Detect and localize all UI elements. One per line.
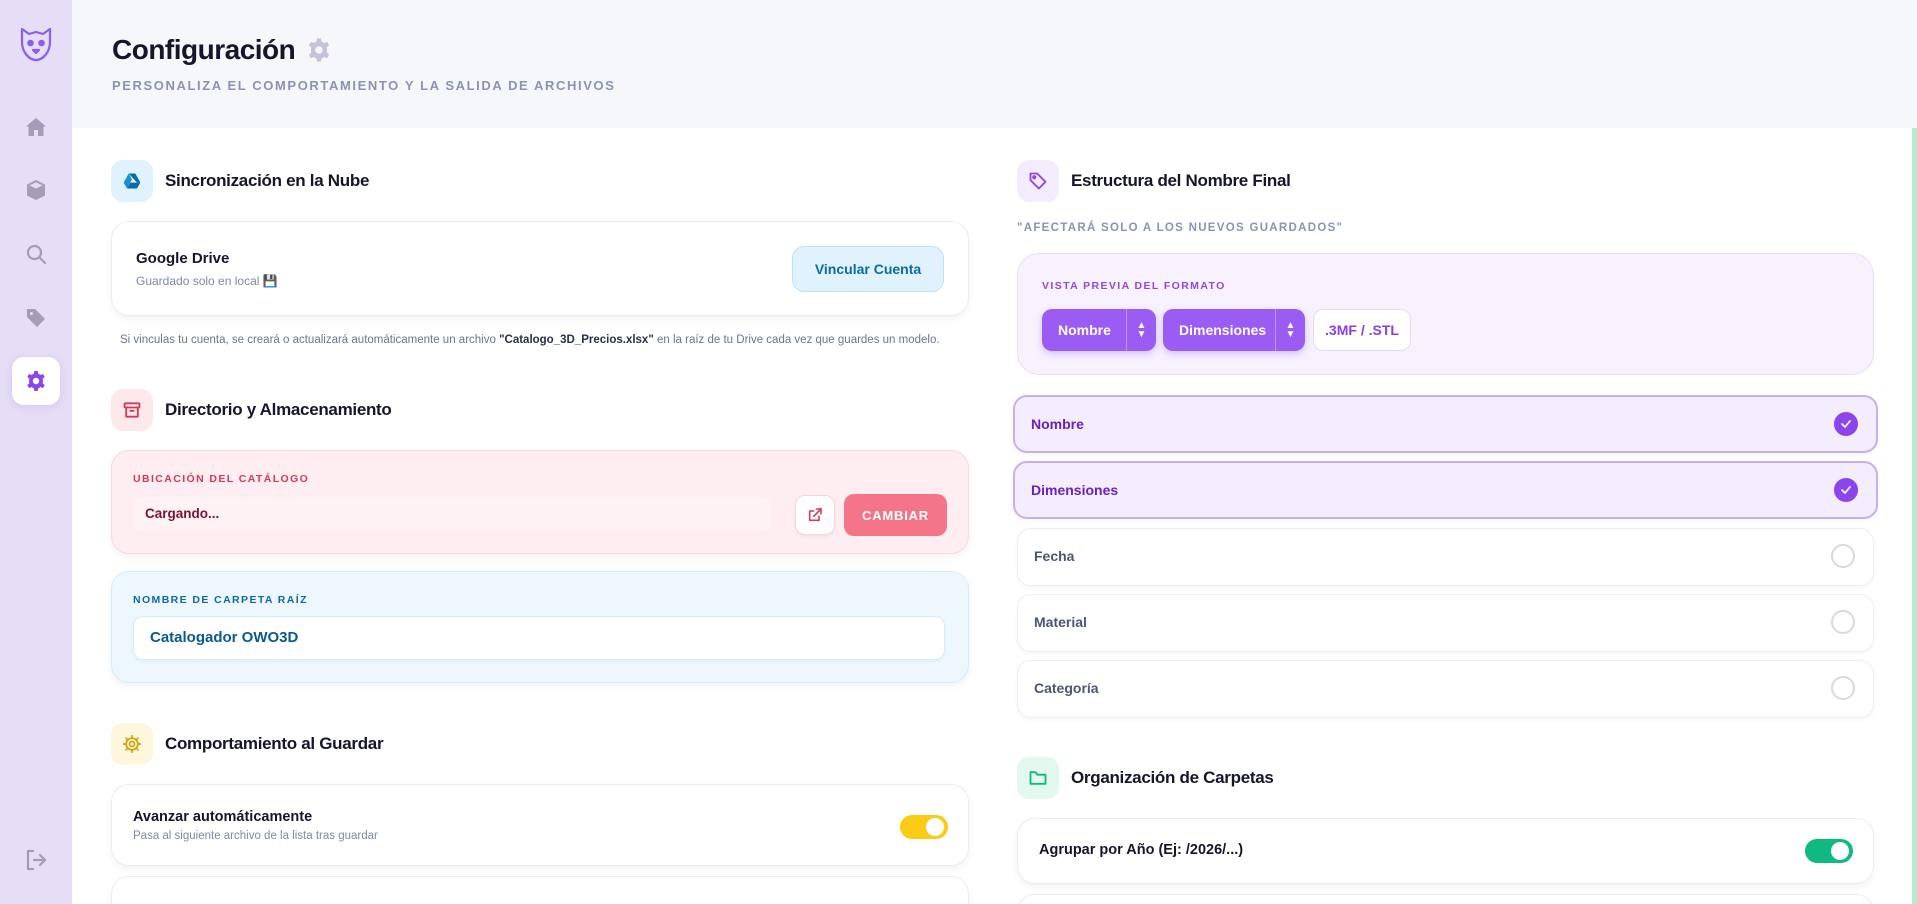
auto-advance-subtitle: Pasa al siguiente archivo de la lista tr… bbox=[133, 830, 378, 842]
home-icon bbox=[26, 118, 46, 136]
page-header: Configuración PERSONALIZA EL COMPORTAMIE… bbox=[72, 0, 1917, 128]
external-link-icon bbox=[808, 508, 822, 522]
check-icon bbox=[1841, 420, 1851, 428]
drive-note-text: Si vinculas tu cuenta, se creará o actua… bbox=[120, 334, 500, 346]
scrollbar[interactable] bbox=[1912, 128, 1917, 904]
root-folder-input[interactable]: Catalogador OWO3D bbox=[133, 616, 945, 660]
auto-advance-title: Avanzar automáticamente bbox=[133, 809, 313, 825]
option-checkbox[interactable] bbox=[1834, 478, 1858, 502]
root-folder-card: NOMBRE DE CARPETA RAÍZ Catalogador OWO3D bbox=[111, 571, 969, 683]
group-by-year-title: Agrupar por Año (Ej: /2026/...) bbox=[1039, 842, 1244, 858]
option-label: Dimensiones bbox=[1031, 482, 1119, 498]
section-icon-wrap bbox=[111, 723, 153, 765]
nav-settings[interactable] bbox=[12, 357, 60, 405]
nav-home[interactable] bbox=[12, 103, 60, 151]
name-option-dimensiones[interactable]: Dimensiones bbox=[1013, 461, 1878, 519]
name-option-nombre[interactable]: Nombre bbox=[1013, 395, 1878, 453]
logout-icon bbox=[26, 849, 47, 871]
folder-icon bbox=[1029, 771, 1047, 785]
option-label: Nombre bbox=[1031, 416, 1084, 432]
sidebar bbox=[0, 0, 72, 904]
drive-icon bbox=[123, 173, 141, 189]
section-title: Comportamiento al Guardar bbox=[165, 734, 384, 753]
drive-status: Guardado solo en local 💾 bbox=[136, 274, 278, 288]
catalog-location-card: UBICACIÓN DEL CATÁLOGO Cargando... CAMBI… bbox=[111, 450, 969, 554]
section-icon-wrap bbox=[111, 160, 153, 202]
group-by-year-toggle[interactable] bbox=[1805, 839, 1853, 863]
nav-models[interactable] bbox=[12, 166, 60, 214]
name-structure-hint: "AFECTARÁ SOLO A LOS NUEVOS GUARDADOS" bbox=[1017, 222, 1344, 234]
section-title: Estructura del Nombre Final bbox=[1071, 171, 1291, 190]
tag-icon bbox=[27, 309, 45, 327]
archive-icon bbox=[123, 402, 141, 418]
google-drive-card: Google Drive Guardado solo en local 💾 Vi… bbox=[111, 221, 969, 316]
drive-note-file: "Catalogo_3D_Precios.xlsx" bbox=[499, 334, 654, 346]
catalog-location-field: Cargando... bbox=[133, 497, 771, 531]
link-account-button[interactable]: Vincular Cuenta bbox=[792, 246, 944, 292]
name-option-fecha[interactable]: Fecha bbox=[1017, 528, 1874, 586]
drag-sort-icon[interactable]: ▲ ▼ bbox=[1126, 309, 1156, 351]
page-subtitle: PERSONALIZA EL COMPORTAMIENTO Y LA SALID… bbox=[112, 78, 616, 93]
section-title: Directorio y Almacenamiento bbox=[165, 400, 392, 419]
change-location-button[interactable]: CAMBIAR bbox=[844, 494, 947, 536]
tag-icon bbox=[1029, 172, 1047, 190]
gear-icon bbox=[309, 38, 330, 62]
preview-chip-dimensiones[interactable]: Dimensiones ▲ ▼ bbox=[1163, 309, 1305, 351]
gear-icon bbox=[122, 734, 142, 754]
nav-tags[interactable] bbox=[12, 294, 60, 342]
bear-logo-icon bbox=[20, 27, 52, 62]
page-title: Configuración bbox=[112, 34, 296, 65]
chip-label: Nombre bbox=[1058, 322, 1111, 338]
toggle-knob bbox=[926, 818, 944, 836]
section-title: Sincronización en la Nube bbox=[165, 171, 370, 190]
chip-label: Dimensiones bbox=[1179, 322, 1267, 338]
gear-icon bbox=[27, 371, 45, 391]
app-logo[interactable] bbox=[14, 22, 58, 66]
name-option-material[interactable]: Material bbox=[1017, 594, 1874, 652]
section-name-structure-header: Estructura del Nombre Final bbox=[1017, 160, 1291, 202]
option-label: Material bbox=[1034, 614, 1087, 630]
drag-sort-icon[interactable]: ▲ ▼ bbox=[1275, 309, 1305, 351]
format-preview: VISTA PREVIA DEL FORMATO Nombre ▲ ▼ Dimen… bbox=[1017, 253, 1874, 375]
option-checkbox[interactable] bbox=[1834, 412, 1858, 436]
option-checkbox[interactable] bbox=[1831, 676, 1855, 700]
section-storage-header: Directorio y Almacenamiento bbox=[111, 389, 392, 431]
catalog-location-label: UBICACIÓN DEL CATÁLOGO bbox=[133, 473, 310, 485]
drive-service-name: Google Drive bbox=[136, 250, 230, 267]
section-folders-header: Organización de Carpetas bbox=[1017, 757, 1274, 799]
section-icon-wrap bbox=[111, 389, 153, 431]
nav-search[interactable] bbox=[12, 230, 60, 278]
next-setting-row bbox=[111, 876, 969, 904]
auto-advance-toggle[interactable] bbox=[900, 815, 948, 839]
page-title-wrap: Configuración bbox=[112, 34, 333, 66]
option-checkbox[interactable] bbox=[1831, 610, 1855, 634]
next-folder-setting-row bbox=[1017, 894, 1874, 904]
option-label: Categoría bbox=[1034, 680, 1099, 696]
logout-button[interactable] bbox=[12, 836, 60, 884]
check-icon bbox=[1841, 486, 1851, 494]
name-option-categoria[interactable]: Categoría bbox=[1017, 660, 1874, 718]
open-folder-button[interactable] bbox=[795, 495, 835, 535]
option-label: Fecha bbox=[1034, 548, 1075, 564]
extension-chip: .3MF / .STL bbox=[1313, 309, 1411, 351]
box-icon bbox=[27, 180, 45, 200]
section-title: Organización de Carpetas bbox=[1071, 768, 1274, 787]
preview-chip-nombre[interactable]: Nombre ▲ ▼ bbox=[1042, 309, 1156, 351]
drive-note: Si vinculas tu cuenta, se creará o actua… bbox=[120, 334, 940, 346]
root-folder-label: NOMBRE DE CARPETA RAÍZ bbox=[133, 594, 308, 606]
section-cloud-sync-header: Sincronización en la Nube bbox=[111, 160, 369, 202]
section-save-header: Comportamiento al Guardar bbox=[111, 723, 384, 765]
auto-advance-row: Avanzar automáticamente Pasa al siguient… bbox=[111, 784, 969, 866]
option-checkbox[interactable] bbox=[1831, 544, 1855, 568]
section-icon-wrap bbox=[1017, 160, 1059, 202]
group-by-year-row: Agrupar por Año (Ej: /2026/...) bbox=[1017, 818, 1874, 884]
preview-label: VISTA PREVIA DEL FORMATO bbox=[1042, 280, 1226, 292]
drive-note-text: en la raíz de tu Drive cada vez que guar… bbox=[653, 334, 940, 346]
toggle-knob bbox=[1831, 842, 1849, 860]
search-icon bbox=[26, 244, 47, 265]
section-icon-wrap bbox=[1017, 757, 1059, 799]
